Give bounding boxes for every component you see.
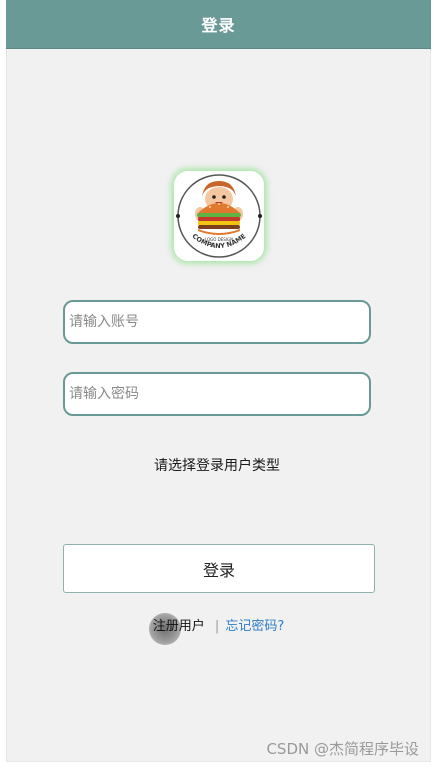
app-logo: LOGO DESIGN COMPANY NAME bbox=[174, 171, 264, 261]
auth-links: 注册用户 | 忘记密码? bbox=[6, 613, 431, 645]
user-type-select[interactable]: 请选择登录用户类型 bbox=[63, 452, 371, 480]
link-separator: | bbox=[214, 619, 220, 634]
app-screen: 登录 LOGO DESIGN COMPANY NAME 请输入账号 请选择登录用… bbox=[6, 0, 431, 762]
top-bar: 登录 bbox=[6, 0, 431, 49]
login-button[interactable]: 登录 bbox=[63, 544, 375, 593]
password-input[interactable] bbox=[63, 372, 371, 416]
account-input[interactable] bbox=[63, 300, 371, 344]
page-title: 登录 bbox=[201, 16, 236, 35]
watermark: CSDN @杰简程序毕设 bbox=[266, 740, 419, 758]
register-link-label: 注册用户 bbox=[152, 619, 205, 634]
forgot-password-link[interactable]: 忘记密码? bbox=[225, 619, 284, 634]
burger-mascot-icon: LOGO DESIGN COMPANY NAME bbox=[174, 171, 264, 261]
register-link[interactable]: 注册用户 bbox=[148, 613, 209, 645]
